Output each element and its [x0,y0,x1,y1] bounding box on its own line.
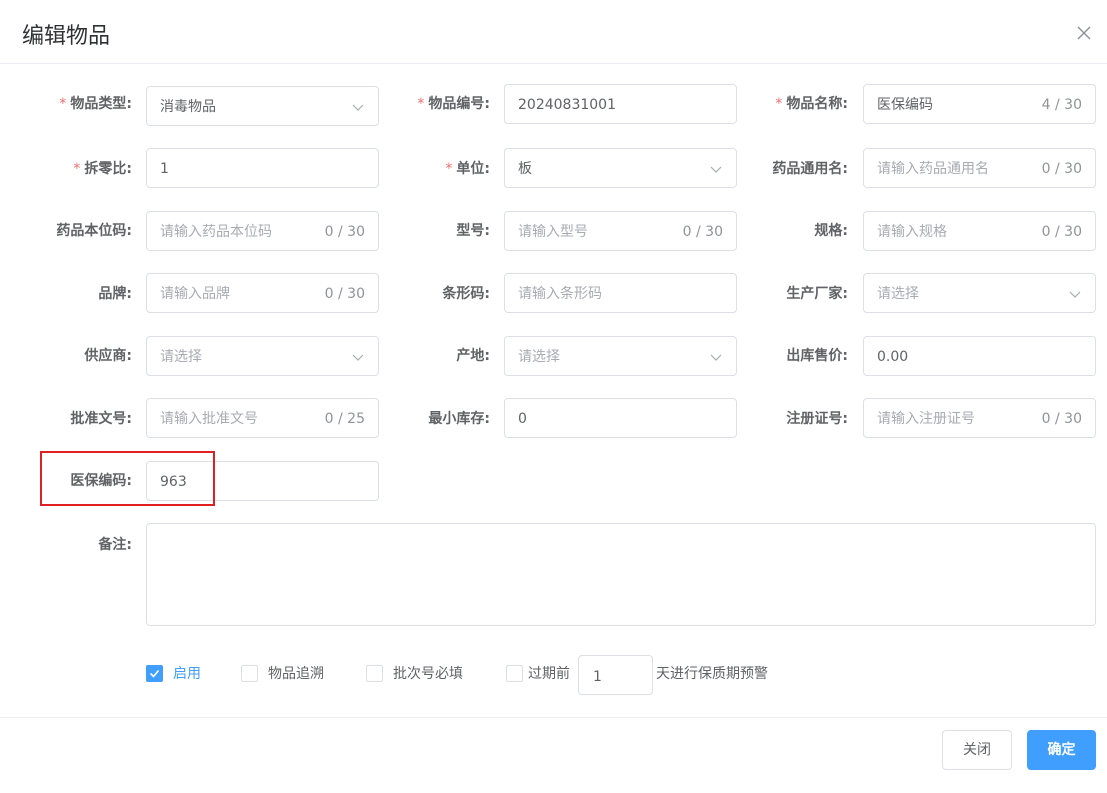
split-ratio-input[interactable]: 1 [146,148,379,188]
dialog-title: 编辑物品 [22,24,111,49]
check-icon [149,669,160,678]
expiry-suffix-label: 天进行保质期预警 [656,666,768,682]
expiry-warning-checkbox[interactable] [506,665,523,682]
footer-divider [0,717,1107,718]
close-icon[interactable] [1075,24,1093,42]
char-count: 4 / 30 [1041,97,1082,113]
enabled-checkbox[interactable] [146,665,163,682]
enabled-label[interactable]: 启用 [173,664,201,684]
approval-no-input[interactable]: 请输入批准文号 0 / 25 [146,398,379,438]
brand-label: 品牌: [98,286,132,302]
batch-required-label[interactable]: 批次号必填 [393,664,463,684]
highlight-annotation [40,451,215,506]
sale-price-input[interactable]: 0.00 [863,336,1096,376]
item-code-label: * 物品编号: [417,96,490,112]
item-name-input[interactable]: 医保编码 4 / 30 [863,84,1096,124]
remark-label: 备注: [98,537,132,553]
close-button[interactable]: 关闭 [942,730,1012,770]
confirm-button[interactable]: 确定 [1027,730,1096,770]
char-count: 0 / 30 [1041,411,1082,427]
trace-label[interactable]: 物品追溯 [268,664,324,684]
spec-input[interactable]: 请输入规格 0 / 30 [863,211,1096,251]
origin-label: 产地: [456,348,490,364]
item-type-label: * 物品类型: [59,96,132,112]
local-code-input[interactable]: 请输入药品本位码 0 / 30 [146,211,379,251]
trace-checkbox[interactable] [241,665,258,682]
item-code-input[interactable]: 20240831001 [504,84,737,124]
unit-label: * 单位: [445,161,490,177]
reg-no-label: 注册证号: [786,411,848,427]
item-type-select[interactable]: 消毒物品 [146,86,379,126]
spec-label: 规格: [814,223,848,239]
reg-no-input[interactable]: 请输入注册证号 0 / 30 [863,398,1096,438]
generic-name-input[interactable]: 请输入药品通用名 0 / 30 [863,148,1096,188]
batch-required-checkbox[interactable] [366,665,383,682]
sale-price-label: 出库售价: [786,348,848,364]
approval-no-label: 批准文号: [70,411,132,427]
supplier-label: 供应商: [84,348,132,364]
expiry-prefix-label[interactable]: 过期前 [528,664,570,684]
unit-select[interactable]: 板 [504,148,737,188]
local-code-label: 药品本位码: [56,223,132,239]
origin-select[interactable]: 请选择 [504,336,737,376]
supplier-select[interactable]: 请选择 [146,336,379,376]
remark-textarea[interactable] [146,523,1096,626]
expiry-days-input[interactable]: 1 [578,655,653,695]
model-label: 型号: [456,223,490,239]
model-input[interactable]: 请输入型号 0 / 30 [504,211,737,251]
min-stock-input[interactable]: 0 [504,398,737,438]
manufacturer-select[interactable]: 请选择 [863,273,1096,313]
chevron-down-icon [1069,291,1081,298]
dialog-header: 编辑物品 [0,0,1107,64]
barcode-input[interactable]: 请输入条形码 [504,273,737,313]
min-stock-label: 最小库存: [428,411,490,427]
char-count: 0 / 30 [1041,161,1082,177]
char-count: 0 / 30 [1041,224,1082,240]
item-name-label: * 物品名称: [775,96,848,112]
split-ratio-label: * 拆零比: [73,161,132,177]
brand-input[interactable]: 请输入品牌 0 / 30 [146,273,379,313]
barcode-label: 条形码: [442,286,490,302]
generic-name-label: 药品通用名: [772,161,848,177]
manufacturer-label: 生产厂家: [786,286,848,302]
